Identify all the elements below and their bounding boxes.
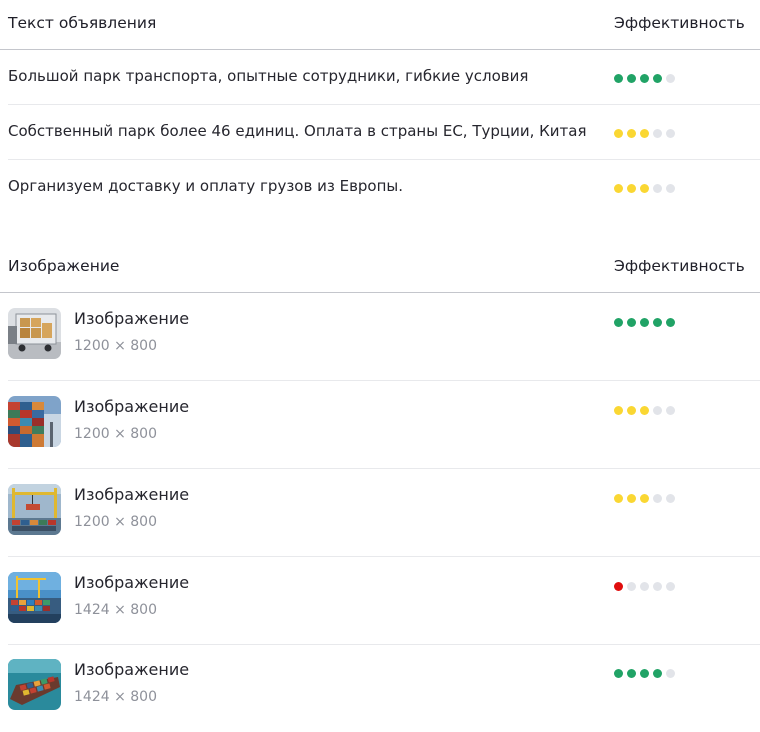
text-row: Организуем доставку и оплату грузов из Е… <box>8 160 760 215</box>
ad-text: Большой парк транспорта, опытные сотрудн… <box>8 67 529 85</box>
image-title: Изображение <box>74 397 190 416</box>
effectiveness-indicator <box>614 74 675 83</box>
effectiveness-dot <box>614 406 623 415</box>
image-title: Изображение <box>74 309 190 328</box>
image-row: Изображение 1200 × 800 <box>8 469 760 557</box>
effectiveness-dot <box>640 582 649 591</box>
effectiveness-indicator <box>614 129 675 138</box>
crane-thumbnail <box>8 484 61 535</box>
containers-thumbnail <box>8 396 61 447</box>
effectiveness-dot <box>666 184 675 193</box>
text-row: Большой парк транспорта, опытные сотрудн… <box>8 50 760 105</box>
effectiveness-dot <box>614 74 623 83</box>
effectiveness-dot <box>653 582 662 591</box>
image-section-header: Изображение Эффективность <box>0 243 760 293</box>
effectiveness-dot <box>627 74 636 83</box>
effectiveness-dot <box>614 494 623 503</box>
effectiveness-dot <box>614 129 623 138</box>
image-size: 1200 × 800 <box>74 426 157 442</box>
effectiveness-indicator <box>614 406 675 415</box>
effectiveness-dot <box>666 406 675 415</box>
text-row: Собственный парк более 46 единиц. Оплата… <box>8 105 760 160</box>
effectiveness-dot <box>614 582 623 591</box>
ad-text: Организуем доставку и оплату грузов из Е… <box>8 177 404 195</box>
image-column-header: Изображение <box>8 257 120 275</box>
effectiveness-dot <box>640 494 649 503</box>
effectiveness-dot <box>627 184 636 193</box>
effectiveness-dot <box>640 129 649 138</box>
effectiveness-dot <box>653 184 662 193</box>
text-column-header: Текст объявления <box>8 14 157 32</box>
effectiveness-dot <box>666 129 675 138</box>
effectiveness-dot <box>666 494 675 503</box>
effectiveness-indicator <box>614 582 675 591</box>
effectiveness-dot <box>627 129 636 138</box>
ad-text: Собственный парк более 46 единиц. Оплата… <box>8 122 587 140</box>
effectiveness-indicator <box>614 184 675 193</box>
truck-thumbnail <box>8 308 61 359</box>
effectiveness-dot <box>653 129 662 138</box>
text-section-header: Текст объявления Эффективность <box>0 0 760 50</box>
effectiveness-dot <box>666 74 675 83</box>
effectiveness-dot <box>653 318 662 327</box>
image-row: Изображение 1200 × 800 <box>8 293 760 381</box>
image-row: Изображение 1424 × 800 <box>8 557 760 645</box>
text-effectiveness-header: Эффективность <box>614 14 745 32</box>
effectiveness-dot <box>653 74 662 83</box>
effectiveness-dot <box>653 669 662 678</box>
effectiveness-indicator <box>614 494 675 503</box>
effectiveness-dot <box>653 406 662 415</box>
effectiveness-dot <box>627 494 636 503</box>
ship-thumbnail <box>8 659 61 710</box>
image-size: 1424 × 800 <box>74 602 157 618</box>
image-effectiveness-header: Эффективность <box>614 257 745 275</box>
effectiveness-dot <box>666 669 675 678</box>
image-size: 1424 × 800 <box>74 689 157 705</box>
effectiveness-dot <box>614 669 623 678</box>
image-size: 1200 × 800 <box>74 514 157 530</box>
port-thumbnail <box>8 572 61 623</box>
effectiveness-dot <box>627 406 636 415</box>
effectiveness-dot <box>640 669 649 678</box>
effectiveness-dot <box>614 318 623 327</box>
image-row: Изображение 1424 × 800 <box>8 644 760 732</box>
effectiveness-dot <box>614 184 623 193</box>
effectiveness-dot <box>627 669 636 678</box>
effectiveness-dot <box>666 582 675 591</box>
image-row: Изображение 1200 × 800 <box>8 381 760 469</box>
image-title: Изображение <box>74 660 190 679</box>
effectiveness-dot <box>640 74 649 83</box>
effectiveness-dot <box>666 318 675 327</box>
effectiveness-indicator <box>614 669 675 678</box>
effectiveness-dot <box>627 582 636 591</box>
effectiveness-dot <box>640 184 649 193</box>
image-title: Изображение <box>74 485 190 504</box>
image-size: 1200 × 800 <box>74 338 157 354</box>
effectiveness-dot <box>640 318 649 327</box>
effectiveness-dot <box>640 406 649 415</box>
effectiveness-dot <box>627 318 636 327</box>
image-title: Изображение <box>74 573 190 592</box>
effectiveness-indicator <box>614 318 675 327</box>
effectiveness-dot <box>653 494 662 503</box>
